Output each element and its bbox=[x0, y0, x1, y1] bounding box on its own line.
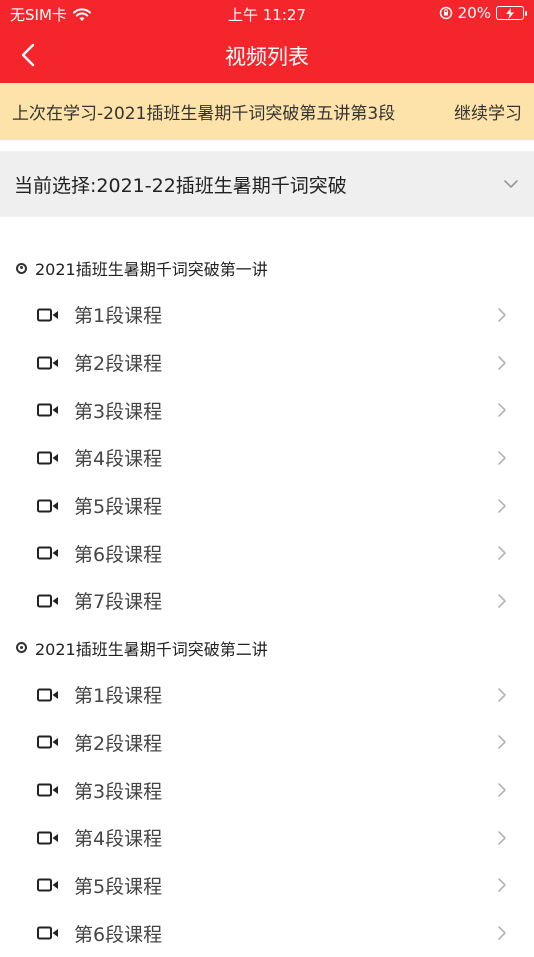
section-dot-icon bbox=[16, 262, 27, 274]
resume-text: 上次在学习-2021插班生暑期千词突破第五讲第3段 bbox=[12, 104, 396, 124]
course-selector[interactable]: 当前选择:2021-22插班生暑期千词突破 bbox=[0, 151, 534, 217]
section-title-label: 2021插班生暑期千词突破第二讲 bbox=[35, 639, 268, 659]
lesson-item[interactable]: 第1段课程 bbox=[0, 291, 534, 339]
video-camera-icon bbox=[37, 308, 58, 322]
lesson-label: 第4段课程 bbox=[74, 828, 163, 851]
chevron-right-icon bbox=[498, 308, 506, 322]
video-camera-icon bbox=[37, 356, 58, 370]
lesson-item[interactable]: 第5段课程 bbox=[0, 862, 534, 910]
video-camera-icon bbox=[37, 499, 58, 513]
lesson-label: 第7段课程 bbox=[74, 591, 163, 614]
lesson-label: 第1段课程 bbox=[74, 685, 163, 708]
lesson-item[interactable]: 第3段课程 bbox=[0, 386, 534, 434]
header: 无SIM卡 上午 11:27 20% 视频列表 bbox=[0, 0, 534, 83]
chevron-right-icon bbox=[498, 355, 506, 370]
lesson-label: 第5段课程 bbox=[74, 875, 163, 898]
video-camera-icon bbox=[37, 403, 58, 417]
chevron-right-icon bbox=[498, 878, 506, 893]
video-camera-icon bbox=[37, 783, 58, 797]
chevron-right-icon bbox=[498, 594, 506, 608]
chevron-right-icon bbox=[498, 830, 506, 845]
lesson-item[interactable]: 第2段课程 bbox=[0, 719, 534, 767]
nav-bar: 视频列表 bbox=[0, 28, 534, 83]
lesson-label: 第6段课程 bbox=[74, 923, 163, 946]
chevron-right-icon bbox=[498, 498, 506, 513]
course-list: 2021插班生暑期千词突破第一讲 第1段课程 第2段课程 第3段课程 第4段课程 第5段课… bbox=[0, 245, 534, 957]
video-camera-icon bbox=[37, 594, 58, 608]
battery-percent: 20% bbox=[457, 4, 491, 22]
section-title: 2021插班生暑期千词突破第一讲 bbox=[0, 245, 534, 291]
video-camera-icon bbox=[37, 735, 58, 749]
chevron-right-icon bbox=[498, 783, 506, 797]
lesson-item[interactable]: 第4段课程 bbox=[0, 814, 534, 862]
video-camera-icon bbox=[37, 831, 58, 845]
status-bar: 无SIM卡 上午 11:27 20% bbox=[0, 0, 534, 28]
video-camera-icon bbox=[37, 926, 58, 940]
battery-icon bbox=[496, 6, 527, 20]
section-dot-icon bbox=[16, 642, 27, 654]
video-camera-icon bbox=[37, 451, 58, 465]
lesson-item[interactable]: 第5段课程 bbox=[0, 482, 534, 530]
lesson-item[interactable]: 第2段课程 bbox=[0, 339, 534, 387]
status-right: 20% bbox=[439, 4, 527, 22]
resume-banner: 上次在学习-2021插班生暑期千词突破第五讲第3段 继续学习 bbox=[0, 83, 534, 140]
lesson-label: 第2段课程 bbox=[74, 732, 163, 755]
lesson-label: 第5段课程 bbox=[74, 496, 163, 519]
section-title-label: 2021插班生暑期千词突破第一讲 bbox=[35, 260, 268, 279]
chevron-right-icon bbox=[498, 403, 506, 418]
chevron-right-icon bbox=[498, 687, 506, 702]
video-camera-icon bbox=[37, 878, 58, 892]
continue-learning-button[interactable]: 继续学习 bbox=[454, 99, 522, 124]
lesson-item[interactable]: 第6段课程 bbox=[0, 529, 534, 577]
lesson-item[interactable]: 第7段课程 bbox=[0, 577, 534, 625]
lesson-label: 第1段课程 bbox=[74, 305, 163, 328]
lesson-item[interactable]: 第3段课程 bbox=[0, 766, 534, 814]
rotation-lock-icon bbox=[439, 6, 452, 20]
page-title: 视频列表 bbox=[225, 45, 309, 69]
lesson-label: 第3段课程 bbox=[74, 780, 163, 803]
lesson-label: 第3段课程 bbox=[74, 400, 163, 423]
lesson-item[interactable]: 第1段课程 bbox=[0, 671, 534, 719]
lesson-label: 第6段课程 bbox=[74, 543, 163, 566]
chevron-right-icon bbox=[498, 926, 506, 940]
lesson-label: 第2段课程 bbox=[74, 353, 163, 376]
video-camera-icon bbox=[37, 688, 58, 702]
video-camera-icon bbox=[37, 546, 58, 560]
section-title: 2021插班生暑期千词突破第二讲 bbox=[0, 625, 534, 671]
chevron-right-icon bbox=[498, 735, 506, 750]
chevron-right-icon bbox=[498, 451, 506, 465]
current-selection-label: 当前选择:2021-22插班生暑期千词突破 bbox=[14, 174, 347, 197]
lesson-item[interactable]: 第4段课程 bbox=[0, 434, 534, 482]
lesson-label: 第4段课程 bbox=[74, 448, 163, 471]
chevron-down-icon bbox=[504, 180, 518, 188]
chevron-right-icon bbox=[498, 546, 506, 561]
